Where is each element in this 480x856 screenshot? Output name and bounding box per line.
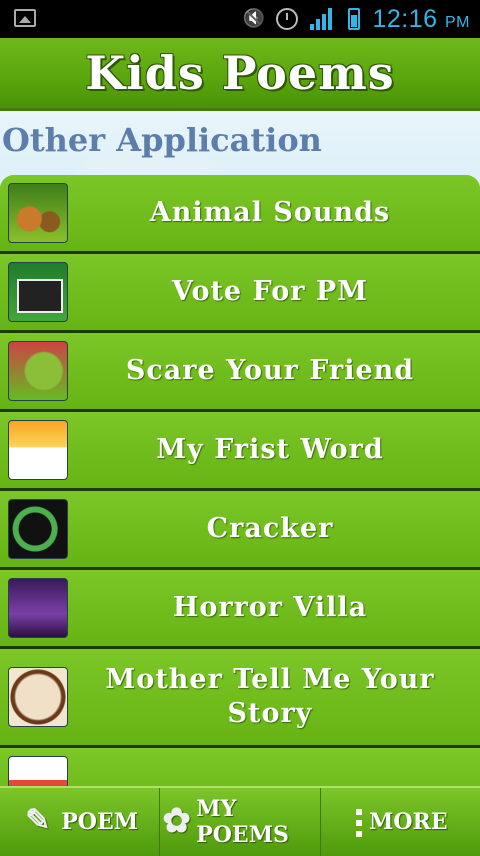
list-item-label: Mother Tell Me Your Story [105,664,435,729]
list-item[interactable]: My Frist Word [0,412,480,491]
bottom-nav-bar: POEM MY POEMS MORE [0,786,480,856]
battery-icon [348,8,361,30]
poem-tab-label: POEM [61,809,139,835]
list-item[interactable]: Horror Villa [0,570,480,649]
more-tab-label: MORE [369,809,448,835]
list-item-label: My Frist Word [156,434,384,465]
app-header: Kids Poems [0,38,480,111]
ballot-box-thumbnail [8,262,68,322]
poem-tab[interactable]: POEM [0,788,161,856]
pencil-icon [21,803,55,839]
cracker-thumbnail [8,499,68,559]
list-item-label: Horror Villa [172,592,368,623]
alarm-icon [276,8,299,30]
list-item[interactable]: Cracker [0,491,480,570]
haunted-house-thumbnail [8,578,68,638]
more-tab[interactable]: MORE [321,788,480,856]
list-item[interactable]: Animal Sounds [0,175,480,254]
section-title: Other Application [2,121,322,159]
status-icons: 12:16 PM [242,5,470,34]
sunrise-thumbnail [8,420,68,480]
more-vertical-icon [353,805,363,839]
list-item-label: Scare Your Friend [125,355,415,386]
how-to-thumbnail [8,756,68,786]
list-item-label: Vote For PM [171,276,369,307]
animal-sounds-thumbnail [8,183,68,243]
zombie-thumbnail [8,341,68,401]
my-poems-tab-label: MY POEMS [196,796,289,848]
mother-story-thumbnail [8,667,68,727]
flower-icon [160,801,190,841]
image-notification-icon [14,9,36,27]
list-item-partial[interactable] [0,748,480,786]
main-content: Other Application Animal Sounds Vote For… [0,111,480,786]
list-item-label: Animal Sounds [149,197,391,228]
status-bar: 12:16 PM [0,0,480,38]
app-title: Kids Poems [85,46,395,100]
list-item-label: Cracker [206,513,334,544]
mute-icon [242,8,264,30]
status-clock: 12:16 PM [372,5,470,34]
list-item[interactable]: Mother Tell Me Your Story [0,649,480,748]
list-item[interactable]: Scare Your Friend [0,333,480,412]
clock-time: 12:16 [372,4,438,33]
list-item[interactable]: Vote For PM [0,254,480,333]
clock-ampm: PM [445,13,470,31]
app-list: Animal Sounds Vote For PM Scare Your Fri… [0,175,480,786]
my-poems-tab[interactable]: MY POEMS [160,788,321,856]
signal-icon [310,8,336,30]
